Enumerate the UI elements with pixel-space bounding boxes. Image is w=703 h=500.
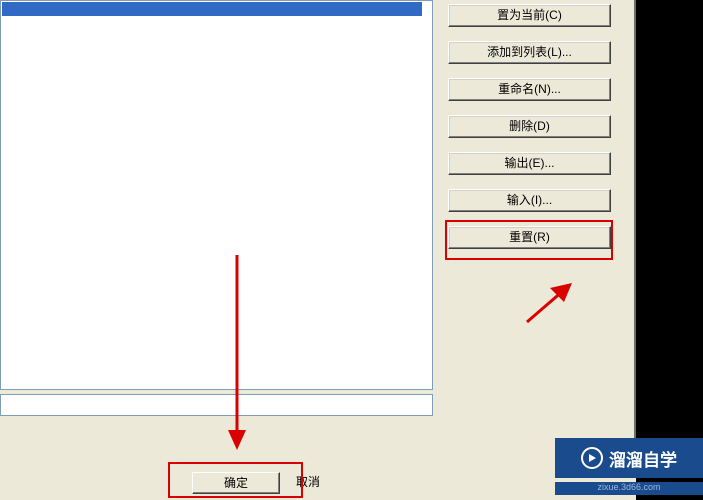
cancel-button[interactable]: 取消 bbox=[296, 472, 320, 492]
play-icon bbox=[581, 447, 603, 469]
add-to-list-button[interactable]: 添加到列表(L)... bbox=[448, 41, 611, 64]
set-current-button[interactable]: 置为当前(C) bbox=[448, 4, 611, 27]
export-button[interactable]: 输出(E)... bbox=[448, 152, 611, 175]
name-input[interactable] bbox=[0, 394, 433, 416]
dialog-window: 置为当前(C) 添加到列表(L)... 重命名(N)... 删除(D) 输出(E… bbox=[0, 0, 636, 500]
watermark-url: zixue.3d66.com bbox=[555, 482, 703, 495]
import-button[interactable]: 输入(I)... bbox=[448, 189, 611, 212]
side-button-panel: 置为当前(C) 添加到列表(L)... 重命名(N)... 删除(D) 输出(E… bbox=[448, 4, 616, 263]
list-box[interactable] bbox=[0, 0, 433, 390]
watermark-text: 溜溜自学 bbox=[609, 446, 677, 471]
watermark-badge: 溜溜自学 bbox=[555, 438, 703, 478]
rename-button[interactable]: 重命名(N)... bbox=[448, 78, 611, 101]
ok-button[interactable]: 确定 bbox=[192, 472, 280, 494]
dialog-footer: 确定 取消 bbox=[0, 442, 636, 500]
reset-button[interactable]: 重置(R) bbox=[448, 226, 611, 249]
list-selection[interactable] bbox=[2, 2, 422, 16]
delete-button[interactable]: 删除(D) bbox=[448, 115, 611, 138]
